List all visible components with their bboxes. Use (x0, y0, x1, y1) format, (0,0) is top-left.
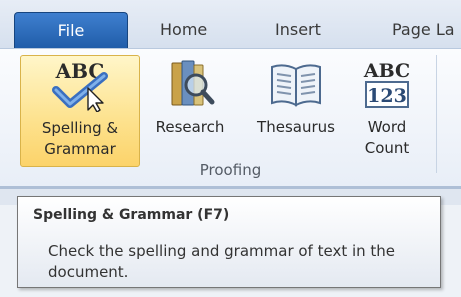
group-label-proofing: Proofing (199, 161, 262, 179)
ribbon-proofing-group: ABC Spelling & Grammar Research Thesauru… (0, 48, 461, 187)
thesaurus-icon (271, 64, 321, 107)
spelling-label-line1: Spelling & (41, 119, 119, 137)
spelling-check-icon: ABC (52, 59, 108, 112)
research-button[interactable]: Research (142, 55, 238, 167)
word-count-icon-top: ABC (363, 60, 410, 82)
screen-tip: Spelling & Grammar (F7) Check the spelli… (17, 196, 441, 288)
word-count-label-line2: Count (364, 139, 410, 157)
word-count-label-line1: Word (367, 118, 407, 136)
tab-home[interactable]: Home (160, 12, 207, 48)
group-separator (436, 55, 437, 173)
spelling-label-line2: Grammar (44, 140, 116, 158)
ribbon-tab-strip: File Home Insert Page La (0, 0, 461, 49)
thesaurus-label: Thesaurus (257, 118, 335, 136)
mouse-pointer-icon (87, 87, 104, 112)
spelling-grammar-button[interactable]: ABC Spelling & Grammar (20, 55, 140, 167)
tab-file[interactable]: File (14, 12, 128, 49)
research-icon (171, 60, 215, 106)
tab-page-layout[interactable]: Page La (392, 12, 455, 48)
tooltip-body: Check the spelling and grammar of text i… (48, 242, 396, 281)
tab-insert[interactable]: Insert (275, 12, 321, 48)
tooltip-title: Spelling & Grammar (F7) (33, 207, 230, 223)
word-count-button[interactable]: ABC 123 Word Count (354, 55, 420, 167)
word-count-icon-bottom: 123 (367, 85, 407, 107)
thesaurus-button[interactable]: Thesaurus (240, 55, 352, 167)
word-count-icon: ABC 123 (363, 60, 410, 108)
research-label: Research (155, 118, 225, 136)
